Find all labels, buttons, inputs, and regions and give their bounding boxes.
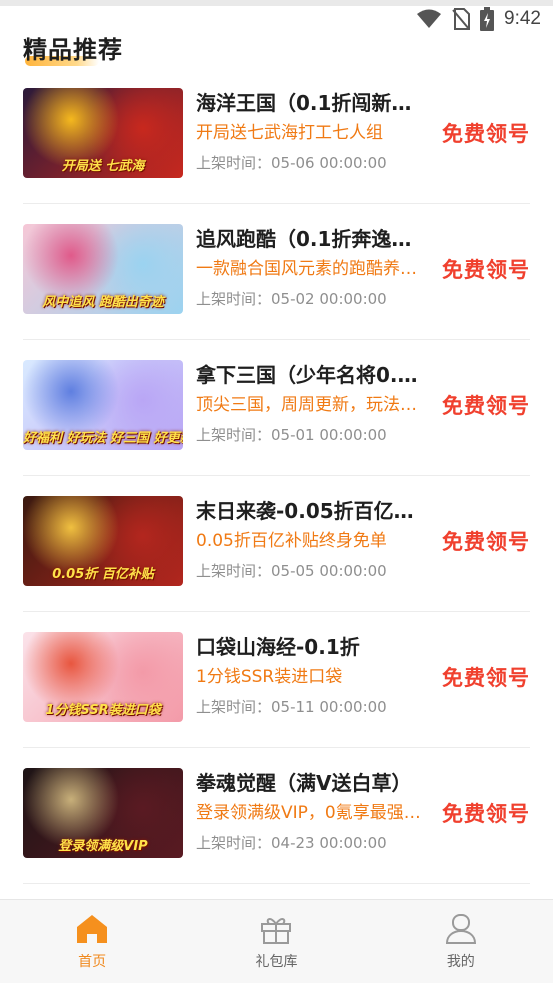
thumbnail-caption: 好福利 好玩法 好三国 好更新 [23, 431, 183, 446]
gift-icon [261, 918, 292, 944]
listing-time: 上架时间：05-11 00:00:00 [196, 698, 387, 716]
game-description: 一款融合国风元素的跑酷养… [196, 259, 417, 279]
divider [23, 883, 530, 884]
game-list: 开局送 七武海 海洋王国（0.1折闯新… 开局送七武海打工七人组 上架时间：05… [0, 68, 553, 884]
nav-label: 礼包库 [255, 954, 298, 970]
claim-button[interactable]: 免费领号 [442, 118, 530, 148]
game-title: 海洋王国（0.1折闯新… [196, 91, 412, 115]
nav-gift-library[interactable]: 礼包库 [184, 900, 368, 983]
game-thumbnail[interactable]: 登录领满级VIP [23, 768, 183, 858]
section-title: 精品推荐 [23, 36, 123, 64]
listing-time: 上架时间：05-05 00:00:00 [196, 562, 387, 580]
wifi-icon [417, 9, 442, 28]
list-item[interactable]: 0.05折 百亿补贴 末日来袭-0.05折百亿… 0.05折百亿补贴终身免单 上… [0, 476, 553, 612]
thumbnail-caption: 0.05折 百亿补贴 [52, 567, 154, 582]
battery-charging-icon [480, 7, 495, 31]
game-thumbnail[interactable]: 风中追风 跑酷出奇迹 [23, 224, 183, 314]
listing-time: 上架时间：04-23 00:00:00 [196, 834, 387, 852]
no-sim-icon [452, 8, 471, 30]
listing-time: 上架时间：05-06 00:00:00 [196, 154, 387, 172]
claim-button[interactable]: 免费领号 [442, 390, 530, 420]
home-icon [77, 915, 108, 943]
game-title: 拿下三国（少年名将0.… [196, 363, 418, 387]
game-description: 登录领满级VIP，0氪享最强… [196, 803, 421, 823]
thumbnail-caption: 登录领满级VIP [58, 839, 148, 854]
nav-profile[interactable]: 我的 [369, 900, 553, 983]
game-title: 追风跑酷（0.1折奔逸… [196, 227, 412, 251]
claim-button[interactable]: 免费领号 [442, 798, 530, 828]
thumbnail-caption: 开局送 七武海 [61, 159, 145, 174]
list-item[interactable]: 开局送 七武海 海洋王国（0.1折闯新… 开局送七武海打工七人组 上架时间：05… [0, 68, 553, 204]
thumbnail-caption: 风中追风 跑酷出奇迹 [42, 295, 164, 310]
claim-button[interactable]: 免费领号 [442, 254, 530, 284]
game-title: 口袋山海经-0.1折 [196, 635, 360, 659]
game-description: 顶尖三国，周周更新，玩法… [196, 395, 417, 415]
game-description: 1分钱SSR装进口袋 [196, 667, 343, 687]
status-bar: 9:42 [416, 6, 541, 32]
thumbnail-caption: 1分钱SSR装进口袋 [45, 703, 161, 718]
section-header: 精品推荐 [23, 30, 123, 66]
game-description: 开局送七武海打工七人组 [196, 123, 383, 143]
list-item[interactable]: 好福利 好玩法 好三国 好更新 拿下三国（少年名将0.… 顶尖三国，周周更新，玩… [0, 340, 553, 476]
listing-time: 上架时间：05-01 00:00:00 [196, 426, 387, 444]
list-item[interactable]: 风中追风 跑酷出奇迹 追风跑酷（0.1折奔逸… 一款融合国风元素的跑酷养… 上架… [0, 204, 553, 340]
profile-icon [445, 914, 476, 944]
game-thumbnail[interactable]: 好福利 好玩法 好三国 好更新 [23, 360, 183, 450]
game-thumbnail[interactable]: 1分钱SSR装进口袋 [23, 632, 183, 722]
nav-label: 首页 [78, 954, 107, 970]
nav-label: 我的 [446, 954, 475, 970]
game-title: 拳魂觉醒（满V送白草） [196, 771, 412, 795]
game-title: 末日来袭-0.05折百亿… [196, 499, 414, 523]
game-thumbnail[interactable]: 0.05折 百亿补贴 [23, 496, 183, 586]
claim-button[interactable]: 免费领号 [442, 526, 530, 556]
game-description: 0.05折百亿补贴终身免单 [196, 531, 387, 551]
nav-home[interactable]: 首页 [0, 900, 184, 983]
clock: 9:42 [504, 8, 541, 29]
claim-button[interactable]: 免费领号 [442, 662, 530, 692]
listing-time: 上架时间：05-02 00:00:00 [196, 290, 387, 308]
game-thumbnail[interactable]: 开局送 七武海 [23, 88, 183, 178]
list-item[interactable]: 登录领满级VIP 拳魂觉醒（满V送白草） 登录领满级VIP，0氪享最强… 上架时… [0, 748, 553, 884]
bottom-navigation: 首页 礼包库 我的 [0, 899, 553, 983]
list-item[interactable]: 1分钱SSR装进口袋 口袋山海经-0.1折 1分钱SSR装进口袋 上架时间：05… [0, 612, 553, 748]
